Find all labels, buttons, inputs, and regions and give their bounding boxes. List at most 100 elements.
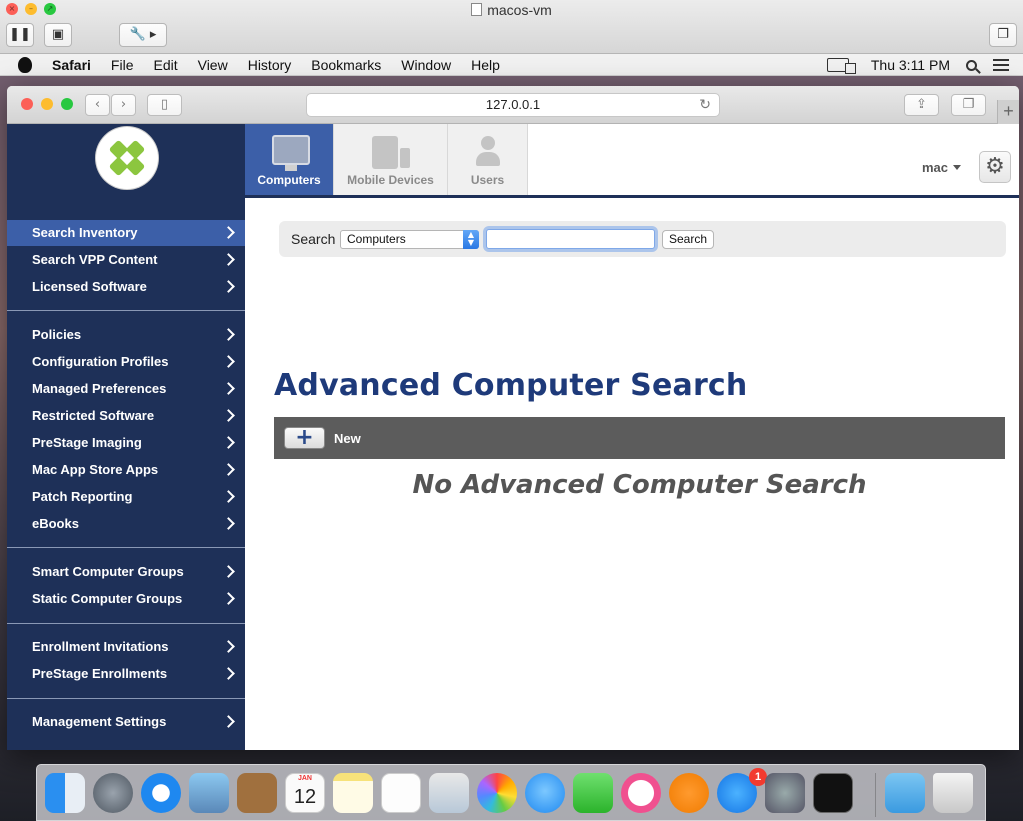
tab-label: Users — [470, 173, 505, 187]
sidebar-item-enrollment-invitations[interactable]: Enrollment Invitations — [7, 634, 245, 660]
sidebar-item-label: Managed Preferences — [32, 381, 167, 396]
menu-bookmarks[interactable]: Bookmarks — [311, 57, 381, 73]
menu-clock[interactable]: Thu 3:11 PM — [871, 57, 950, 73]
sidebar-item-mac-app-store-apps[interactable]: Mac App Store Apps — [7, 457, 245, 483]
sidebar-item-management-settings[interactable]: Management Settings — [7, 709, 245, 735]
chevron-right-icon — [222, 517, 235, 530]
system-preferences-icon[interactable] — [765, 773, 805, 813]
search-input[interactable] — [486, 229, 655, 249]
sidebar-item-prestage-imaging[interactable]: PreStage Imaging — [7, 430, 245, 456]
launchpad-icon[interactable] — [93, 773, 133, 813]
user-icon — [481, 136, 495, 150]
page-title: Advanced Computer Search — [274, 368, 748, 403]
sidebar-toggle-button[interactable]: ▯ — [147, 94, 182, 116]
itunes-icon[interactable] — [621, 773, 661, 813]
address-bar[interactable]: 127.0.0.1 ↻ — [306, 93, 720, 117]
chevron-right-icon — [222, 436, 235, 449]
back-button[interactable]: ‹ — [85, 94, 110, 116]
window-controls — [21, 98, 73, 110]
url-text: 127.0.0.1 — [485, 97, 541, 112]
sidebar-item-label: Patch Reporting — [32, 489, 133, 504]
sidebar-item-static-computer-groups[interactable]: Static Computer Groups — [7, 586, 245, 612]
settings-wrench-button[interactable]: 🔧 ▸ — [119, 23, 167, 47]
safari-icon[interactable] — [141, 773, 181, 813]
vm-window-bar: × – ↗ macos-vm ❚❚ ▣ 🔧 ▸ ❐ — [0, 0, 1023, 54]
chevron-right-icon — [222, 667, 235, 680]
tab-computers[interactable]: Computers — [245, 124, 334, 195]
new-tab-button[interactable]: + — [997, 100, 1019, 124]
safari-window: ‹ › ▯ 127.0.0.1 ↻ ⇪ ❐ + Search Inventory… — [7, 86, 1019, 750]
sidebar-item-smart-computer-groups[interactable]: Smart Computer Groups — [7, 559, 245, 585]
menu-view[interactable]: View — [198, 57, 228, 73]
snapshot-button[interactable]: ▣ — [44, 23, 72, 47]
sidebar-item-label: Licensed Software — [32, 279, 147, 294]
gear-icon: ⚙ — [985, 154, 1005, 179]
settings-button[interactable]: ⚙ — [979, 151, 1011, 183]
sidebar-item-prestage-enrollments[interactable]: PreStage Enrollments — [7, 661, 245, 687]
user-menu[interactable]: mac — [922, 160, 961, 175]
sidebar-item-ebooks[interactable]: eBooks — [7, 511, 245, 537]
apple-icon[interactable] — [18, 56, 32, 73]
menu-history[interactable]: History — [248, 57, 292, 73]
notes-icon[interactable] — [333, 773, 373, 813]
vm-title-text: macos-vm — [487, 2, 552, 18]
facetime-icon[interactable] — [573, 773, 613, 813]
sidebar-item-label: Restricted Software — [32, 408, 155, 423]
sidebar-item-licensed-software[interactable]: Licensed Software — [7, 274, 245, 300]
contacts-icon[interactable] — [237, 773, 277, 813]
terminal-icon[interactable] — [813, 773, 853, 813]
menu-help[interactable]: Help — [471, 57, 500, 73]
menu-file[interactable]: File — [111, 57, 134, 73]
photo-booth-icon[interactable] — [429, 773, 469, 813]
calendar-icon[interactable]: JAN 12 — [285, 773, 325, 813]
minimize-window-icon[interactable] — [41, 98, 53, 110]
sidebar-item-label: Search Inventory — [32, 225, 138, 240]
sidebar-item-label: Mac App Store Apps — [32, 462, 159, 477]
share-button[interactable]: ⇪ — [904, 94, 939, 116]
close-window-icon[interactable] — [21, 98, 33, 110]
menu-window[interactable]: Window — [401, 57, 451, 73]
calendar-day: 12 — [293, 786, 317, 808]
search-label: Search — [291, 231, 336, 247]
search-type-select[interactable]: Computers ▲ ▼ — [340, 230, 479, 249]
chevron-right-icon — [222, 382, 235, 395]
user-icon-body — [476, 152, 500, 166]
window-mode-button[interactable]: ❐ — [989, 23, 1017, 47]
chevron-right-icon — [222, 715, 235, 728]
jamf-logo[interactable] — [96, 127, 158, 189]
ibooks-icon[interactable] — [669, 773, 709, 813]
top-nav: Computers Mobile Devices Users mac ⚙ — [245, 124, 1019, 198]
tabs-overview-button[interactable]: ❐ — [951, 94, 986, 116]
sidebar-item-configuration-profiles[interactable]: Configuration Profiles — [7, 349, 245, 375]
trash-icon[interactable] — [933, 773, 973, 813]
tab-users[interactable]: Users — [448, 124, 528, 195]
reminders-icon[interactable] — [381, 773, 421, 813]
preview-icon[interactable] — [189, 773, 229, 813]
pause-button[interactable]: ❚❚ — [6, 23, 34, 47]
sidebar-item-label: Smart Computer Groups — [32, 564, 184, 579]
sidebar-item-restricted-software[interactable]: Restricted Software — [7, 403, 245, 429]
menu-edit[interactable]: Edit — [153, 57, 177, 73]
sidebar-item-label: Management Settings — [32, 714, 167, 729]
search-button[interactable]: Search — [662, 230, 714, 249]
sidebar-item-search-vpp-content[interactable]: Search VPP Content — [7, 247, 245, 273]
sidebar-item-managed-preferences[interactable]: Managed Preferences — [7, 376, 245, 402]
downloads-folder-icon[interactable] — [885, 773, 925, 813]
finder-icon[interactable] — [45, 773, 85, 813]
messages-icon[interactable] — [525, 773, 565, 813]
photos-icon[interactable] — [477, 773, 517, 813]
notification-center-icon[interactable] — [993, 59, 1009, 71]
sidebar-item-label: Search VPP Content — [32, 252, 158, 267]
menu-app-name[interactable]: Safari — [52, 57, 91, 73]
zoom-window-icon[interactable] — [61, 98, 73, 110]
sidebar-item-patch-reporting[interactable]: Patch Reporting — [7, 484, 245, 510]
sidebar-item-search-inventory[interactable]: Search Inventory — [7, 220, 245, 246]
forward-button[interactable]: › — [111, 94, 136, 116]
new-label[interactable]: New — [334, 431, 361, 446]
new-button[interactable]: + — [284, 427, 325, 449]
tab-mobile-devices[interactable]: Mobile Devices — [334, 124, 448, 195]
spotlight-icon[interactable] — [966, 59, 977, 71]
airplay-icon[interactable] — [826, 58, 856, 74]
reload-icon[interactable]: ↻ — [699, 94, 711, 116]
sidebar-item-policies[interactable]: Policies — [7, 322, 245, 348]
